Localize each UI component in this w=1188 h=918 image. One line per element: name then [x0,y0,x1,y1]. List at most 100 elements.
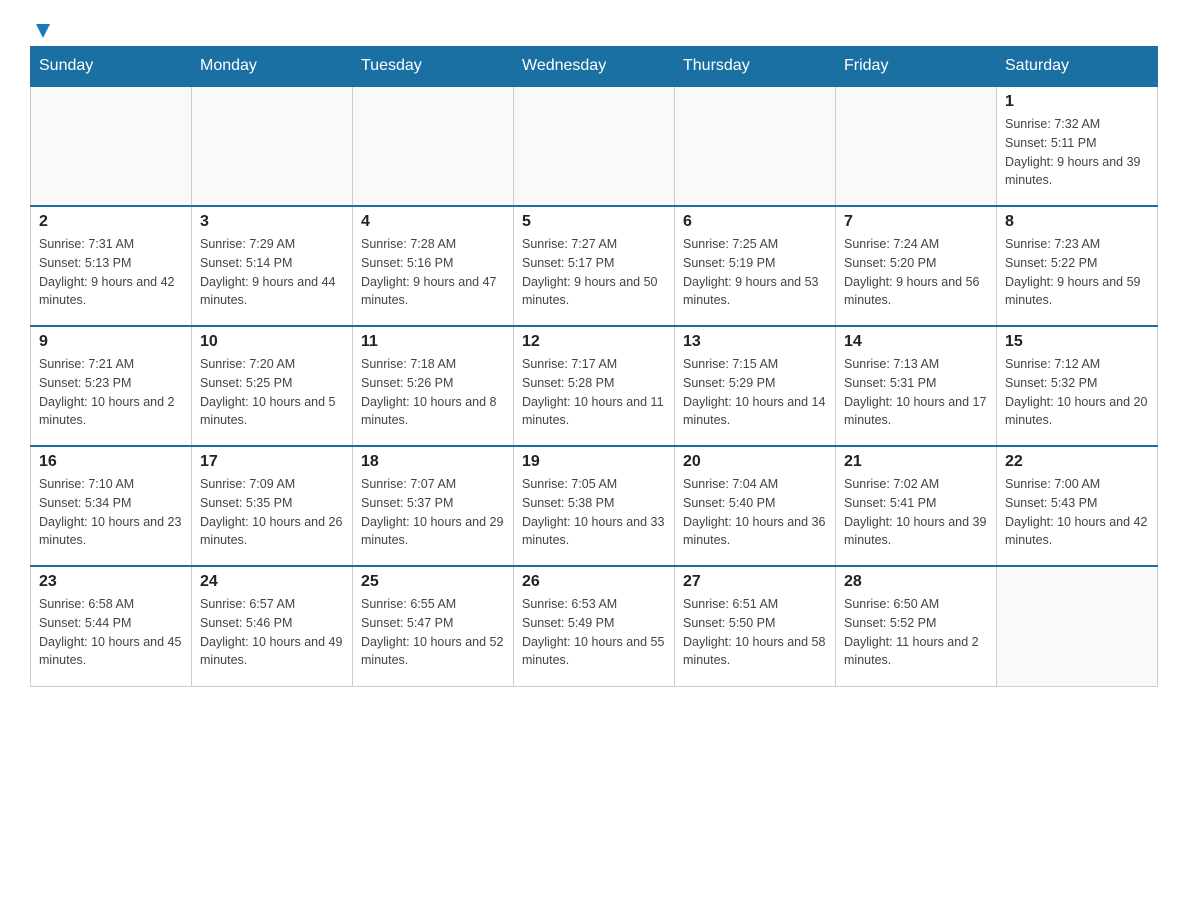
day-info: Sunrise: 7:09 AMSunset: 5:35 PMDaylight:… [200,475,344,550]
day-info: Sunrise: 7:17 AMSunset: 5:28 PMDaylight:… [522,355,666,430]
calendar-cell: 20 Sunrise: 7:04 AMSunset: 5:40 PMDayligh… [675,446,836,566]
day-info: Sunrise: 7:15 AMSunset: 5:29 PMDaylight:… [683,355,827,430]
day-info: Sunrise: 7:02 AMSunset: 5:41 PMDaylight:… [844,475,988,550]
logo [30,20,54,36]
day-number: 17 [200,453,344,471]
day-info: Sunrise: 7:05 AMSunset: 5:38 PMDaylight:… [522,475,666,550]
calendar-cell [836,86,997,206]
calendar-cell: 2 Sunrise: 7:31 AMSunset: 5:13 PMDaylight… [31,206,192,326]
calendar-cell [353,86,514,206]
calendar-week-row: 16 Sunrise: 7:10 AMSunset: 5:34 PMDayligh… [31,446,1158,566]
page-header [30,20,1158,36]
day-number: 23 [39,573,183,591]
day-info: Sunrise: 7:04 AMSunset: 5:40 PMDaylight:… [683,475,827,550]
calendar-cell: 7 Sunrise: 7:24 AMSunset: 5:20 PMDaylight… [836,206,997,326]
day-info: Sunrise: 7:27 AMSunset: 5:17 PMDaylight:… [522,235,666,310]
calendar-cell: 17 Sunrise: 7:09 AMSunset: 5:35 PMDayligh… [192,446,353,566]
day-number: 12 [522,333,666,351]
day-number: 14 [844,333,988,351]
calendar-cell: 10 Sunrise: 7:20 AMSunset: 5:25 PMDayligh… [192,326,353,446]
day-info: Sunrise: 6:55 AMSunset: 5:47 PMDaylight:… [361,595,505,670]
day-info: Sunrise: 7:21 AMSunset: 5:23 PMDaylight:… [39,355,183,430]
weekday-header-saturday: Saturday [997,47,1158,87]
calendar-cell: 26 Sunrise: 6:53 AMSunset: 5:49 PMDayligh… [514,566,675,686]
calendar-cell [192,86,353,206]
calendar-cell [514,86,675,206]
day-number: 7 [844,213,988,231]
day-info: Sunrise: 7:24 AMSunset: 5:20 PMDaylight:… [844,235,988,310]
day-info: Sunrise: 7:31 AMSunset: 5:13 PMDaylight:… [39,235,183,310]
day-number: 11 [361,333,505,351]
day-info: Sunrise: 7:13 AMSunset: 5:31 PMDaylight:… [844,355,988,430]
calendar-cell: 18 Sunrise: 7:07 AMSunset: 5:37 PMDayligh… [353,446,514,566]
day-number: 27 [683,573,827,591]
calendar-cell: 22 Sunrise: 7:00 AMSunset: 5:43 PMDayligh… [997,446,1158,566]
day-number: 3 [200,213,344,231]
day-info: Sunrise: 7:10 AMSunset: 5:34 PMDaylight:… [39,475,183,550]
calendar-cell: 13 Sunrise: 7:15 AMSunset: 5:29 PMDayligh… [675,326,836,446]
day-info: Sunrise: 7:28 AMSunset: 5:16 PMDaylight:… [361,235,505,310]
calendar-cell [997,566,1158,686]
calendar-cell: 3 Sunrise: 7:29 AMSunset: 5:14 PMDaylight… [192,206,353,326]
calendar-cell: 25 Sunrise: 6:55 AMSunset: 5:47 PMDayligh… [353,566,514,686]
calendar-cell: 5 Sunrise: 7:27 AMSunset: 5:17 PMDaylight… [514,206,675,326]
day-number: 2 [39,213,183,231]
weekday-header-tuesday: Tuesday [353,47,514,87]
day-info: Sunrise: 7:29 AMSunset: 5:14 PMDaylight:… [200,235,344,310]
day-number: 4 [361,213,505,231]
day-info: Sunrise: 7:25 AMSunset: 5:19 PMDaylight:… [683,235,827,310]
calendar-week-row: 23 Sunrise: 6:58 AMSunset: 5:44 PMDayligh… [31,566,1158,686]
day-number: 6 [683,213,827,231]
day-info: Sunrise: 6:50 AMSunset: 5:52 PMDaylight:… [844,595,988,670]
day-number: 8 [1005,213,1149,231]
calendar-cell [31,86,192,206]
calendar-cell: 6 Sunrise: 7:25 AMSunset: 5:19 PMDaylight… [675,206,836,326]
calendar-cell [675,86,836,206]
calendar-cell: 9 Sunrise: 7:21 AMSunset: 5:23 PMDaylight… [31,326,192,446]
day-info: Sunrise: 6:58 AMSunset: 5:44 PMDaylight:… [39,595,183,670]
day-number: 15 [1005,333,1149,351]
calendar-table: SundayMondayTuesdayWednesdayThursdayFrid… [30,46,1158,687]
day-info: Sunrise: 7:00 AMSunset: 5:43 PMDaylight:… [1005,475,1149,550]
day-number: 21 [844,453,988,471]
calendar-cell: 1 Sunrise: 7:32 AMSunset: 5:11 PMDaylight… [997,86,1158,206]
day-info: Sunrise: 6:53 AMSunset: 5:49 PMDaylight:… [522,595,666,670]
calendar-cell: 4 Sunrise: 7:28 AMSunset: 5:16 PMDaylight… [353,206,514,326]
calendar-week-row: 1 Sunrise: 7:32 AMSunset: 5:11 PMDaylight… [31,86,1158,206]
day-info: Sunrise: 7:18 AMSunset: 5:26 PMDaylight:… [361,355,505,430]
day-info: Sunrise: 7:32 AMSunset: 5:11 PMDaylight:… [1005,115,1149,190]
day-number: 28 [844,573,988,591]
day-number: 16 [39,453,183,471]
day-info: Sunrise: 7:07 AMSunset: 5:37 PMDaylight:… [361,475,505,550]
day-number: 26 [522,573,666,591]
day-number: 10 [200,333,344,351]
weekday-header-sunday: Sunday [31,47,192,87]
calendar-week-row: 2 Sunrise: 7:31 AMSunset: 5:13 PMDaylight… [31,206,1158,326]
weekday-header-row: SundayMondayTuesdayWednesdayThursdayFrid… [31,47,1158,87]
day-number: 9 [39,333,183,351]
calendar-cell: 24Sunrise: 6:57 AMSunset: 5:46 PMDayligh… [192,566,353,686]
day-number: 5 [522,213,666,231]
day-number: 20 [683,453,827,471]
day-number: 22 [1005,453,1149,471]
day-number: 1 [1005,93,1149,111]
day-info: Sunrise: 7:20 AMSunset: 5:25 PMDaylight:… [200,355,344,430]
day-number: 25 [361,573,505,591]
day-info: Sunrise: 7:12 AMSunset: 5:32 PMDaylight:… [1005,355,1149,430]
calendar-cell: 28 Sunrise: 6:50 AMSunset: 5:52 PMDayligh… [836,566,997,686]
calendar-cell: 21 Sunrise: 7:02 AMSunset: 5:41 PMDayligh… [836,446,997,566]
calendar-cell: 15 Sunrise: 7:12 AMSunset: 5:32 PMDayligh… [997,326,1158,446]
calendar-cell: 27 Sunrise: 6:51 AMSunset: 5:50 PMDayligh… [675,566,836,686]
day-number: 13 [683,333,827,351]
day-number: 18 [361,453,505,471]
weekday-header-wednesday: Wednesday [514,47,675,87]
weekday-header-monday: Monday [192,47,353,87]
day-info: Sunrise: 7:23 AMSunset: 5:22 PMDaylight:… [1005,235,1149,310]
calendar-cell: 19Sunrise: 7:05 AMSunset: 5:38 PMDayligh… [514,446,675,566]
logo-triangle-icon [32,20,54,42]
calendar-cell: 16 Sunrise: 7:10 AMSunset: 5:34 PMDayligh… [31,446,192,566]
calendar-cell: 12 Sunrise: 7:17 AMSunset: 5:28 PMDayligh… [514,326,675,446]
day-info: Sunrise: 6:51 AMSunset: 5:50 PMDaylight:… [683,595,827,670]
day-number: 24 [200,573,344,591]
calendar-cell: 8 Sunrise: 7:23 AMSunset: 5:22 PMDaylight… [997,206,1158,326]
